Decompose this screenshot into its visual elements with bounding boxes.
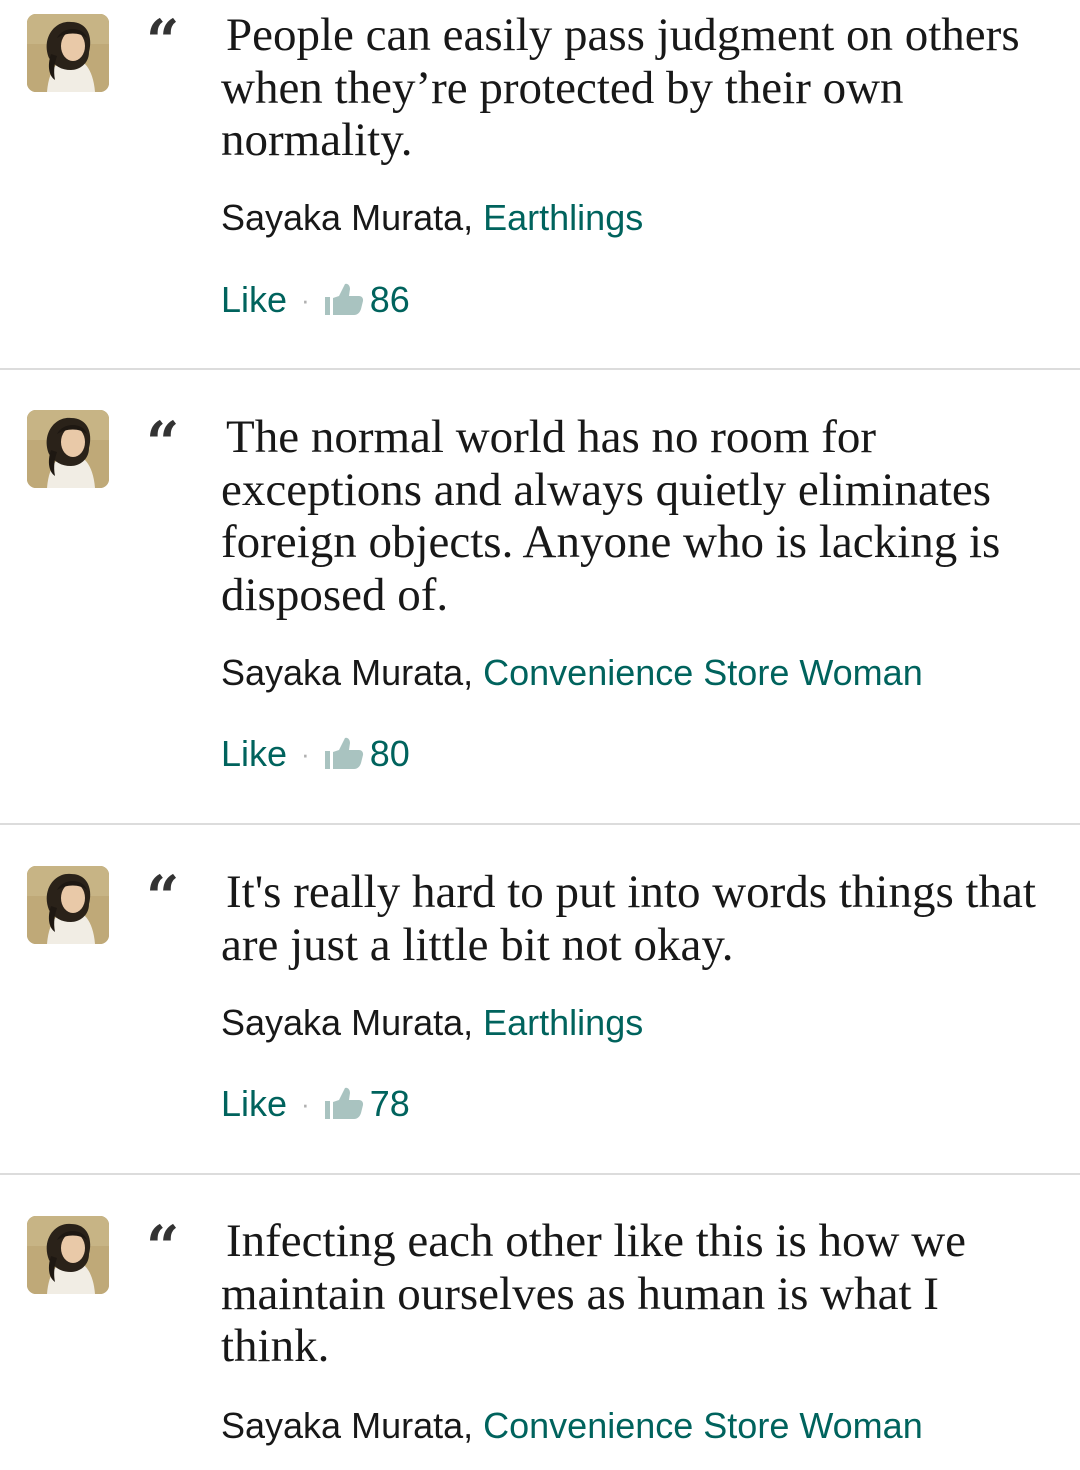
author-name[interactable]: Sayaka Murata, (221, 652, 473, 693)
quote-text: Infecting each other like this is how we… (221, 1215, 967, 1372)
thumbs-up-icon (324, 737, 364, 771)
quote-attribution: Sayaka Murata, Earthlings (221, 198, 643, 238)
like-row: Like · 78 (221, 1084, 410, 1124)
like-row: Like · 80 (221, 734, 410, 774)
author-avatar[interactable] (27, 866, 109, 944)
divider (0, 823, 1080, 825)
open-quote-icon: “ (146, 1213, 180, 1281)
author-avatar[interactable] (27, 410, 109, 488)
author-name[interactable]: Sayaka Murata, (221, 1002, 473, 1043)
quote-text: It's really hard to put into words thing… (221, 866, 1036, 971)
book-title-link[interactable]: Convenience Store Woman (483, 652, 923, 693)
open-quote-icon: “ (146, 863, 180, 931)
separator-dot: · (301, 285, 310, 315)
like-count: 78 (369, 1083, 410, 1124)
separator-dot: · (301, 1089, 310, 1119)
like-button[interactable]: Like (221, 280, 287, 320)
divider (0, 1173, 1080, 1175)
author-avatar[interactable] (27, 1216, 109, 1294)
quote-text: People can easily pass judgment on other… (221, 9, 1020, 166)
quote-attribution: Sayaka Murata, Earthlings (221, 1003, 643, 1043)
divider (0, 368, 1080, 370)
author-name[interactable]: Sayaka Murata, (221, 1405, 473, 1446)
quote-attribution: Sayaka Murata, Convenience Store Woman (221, 1406, 923, 1446)
author-avatar[interactable] (27, 14, 109, 92)
quote-text: The normal world has no room for excepti… (221, 411, 1001, 621)
quote-attribution: Sayaka Murata, Convenience Store Woman (221, 653, 923, 693)
like-button[interactable]: Like (221, 734, 287, 774)
book-title-link[interactable]: Earthlings (483, 197, 643, 238)
like-count: 86 (369, 279, 410, 320)
like-button[interactable]: Like (221, 1084, 287, 1124)
thumbs-up-icon (324, 283, 364, 317)
book-title-link[interactable]: Convenience Store Woman (483, 1405, 923, 1446)
separator-dot: · (301, 739, 310, 769)
like-count: 80 (369, 733, 410, 774)
author-name[interactable]: Sayaka Murata, (221, 197, 473, 238)
book-title-link[interactable]: Earthlings (483, 1002, 643, 1043)
open-quote-icon: “ (146, 7, 180, 75)
thumbs-up-icon (324, 1087, 364, 1121)
like-row: Like · 86 (221, 280, 410, 320)
open-quote-icon: “ (146, 409, 180, 477)
